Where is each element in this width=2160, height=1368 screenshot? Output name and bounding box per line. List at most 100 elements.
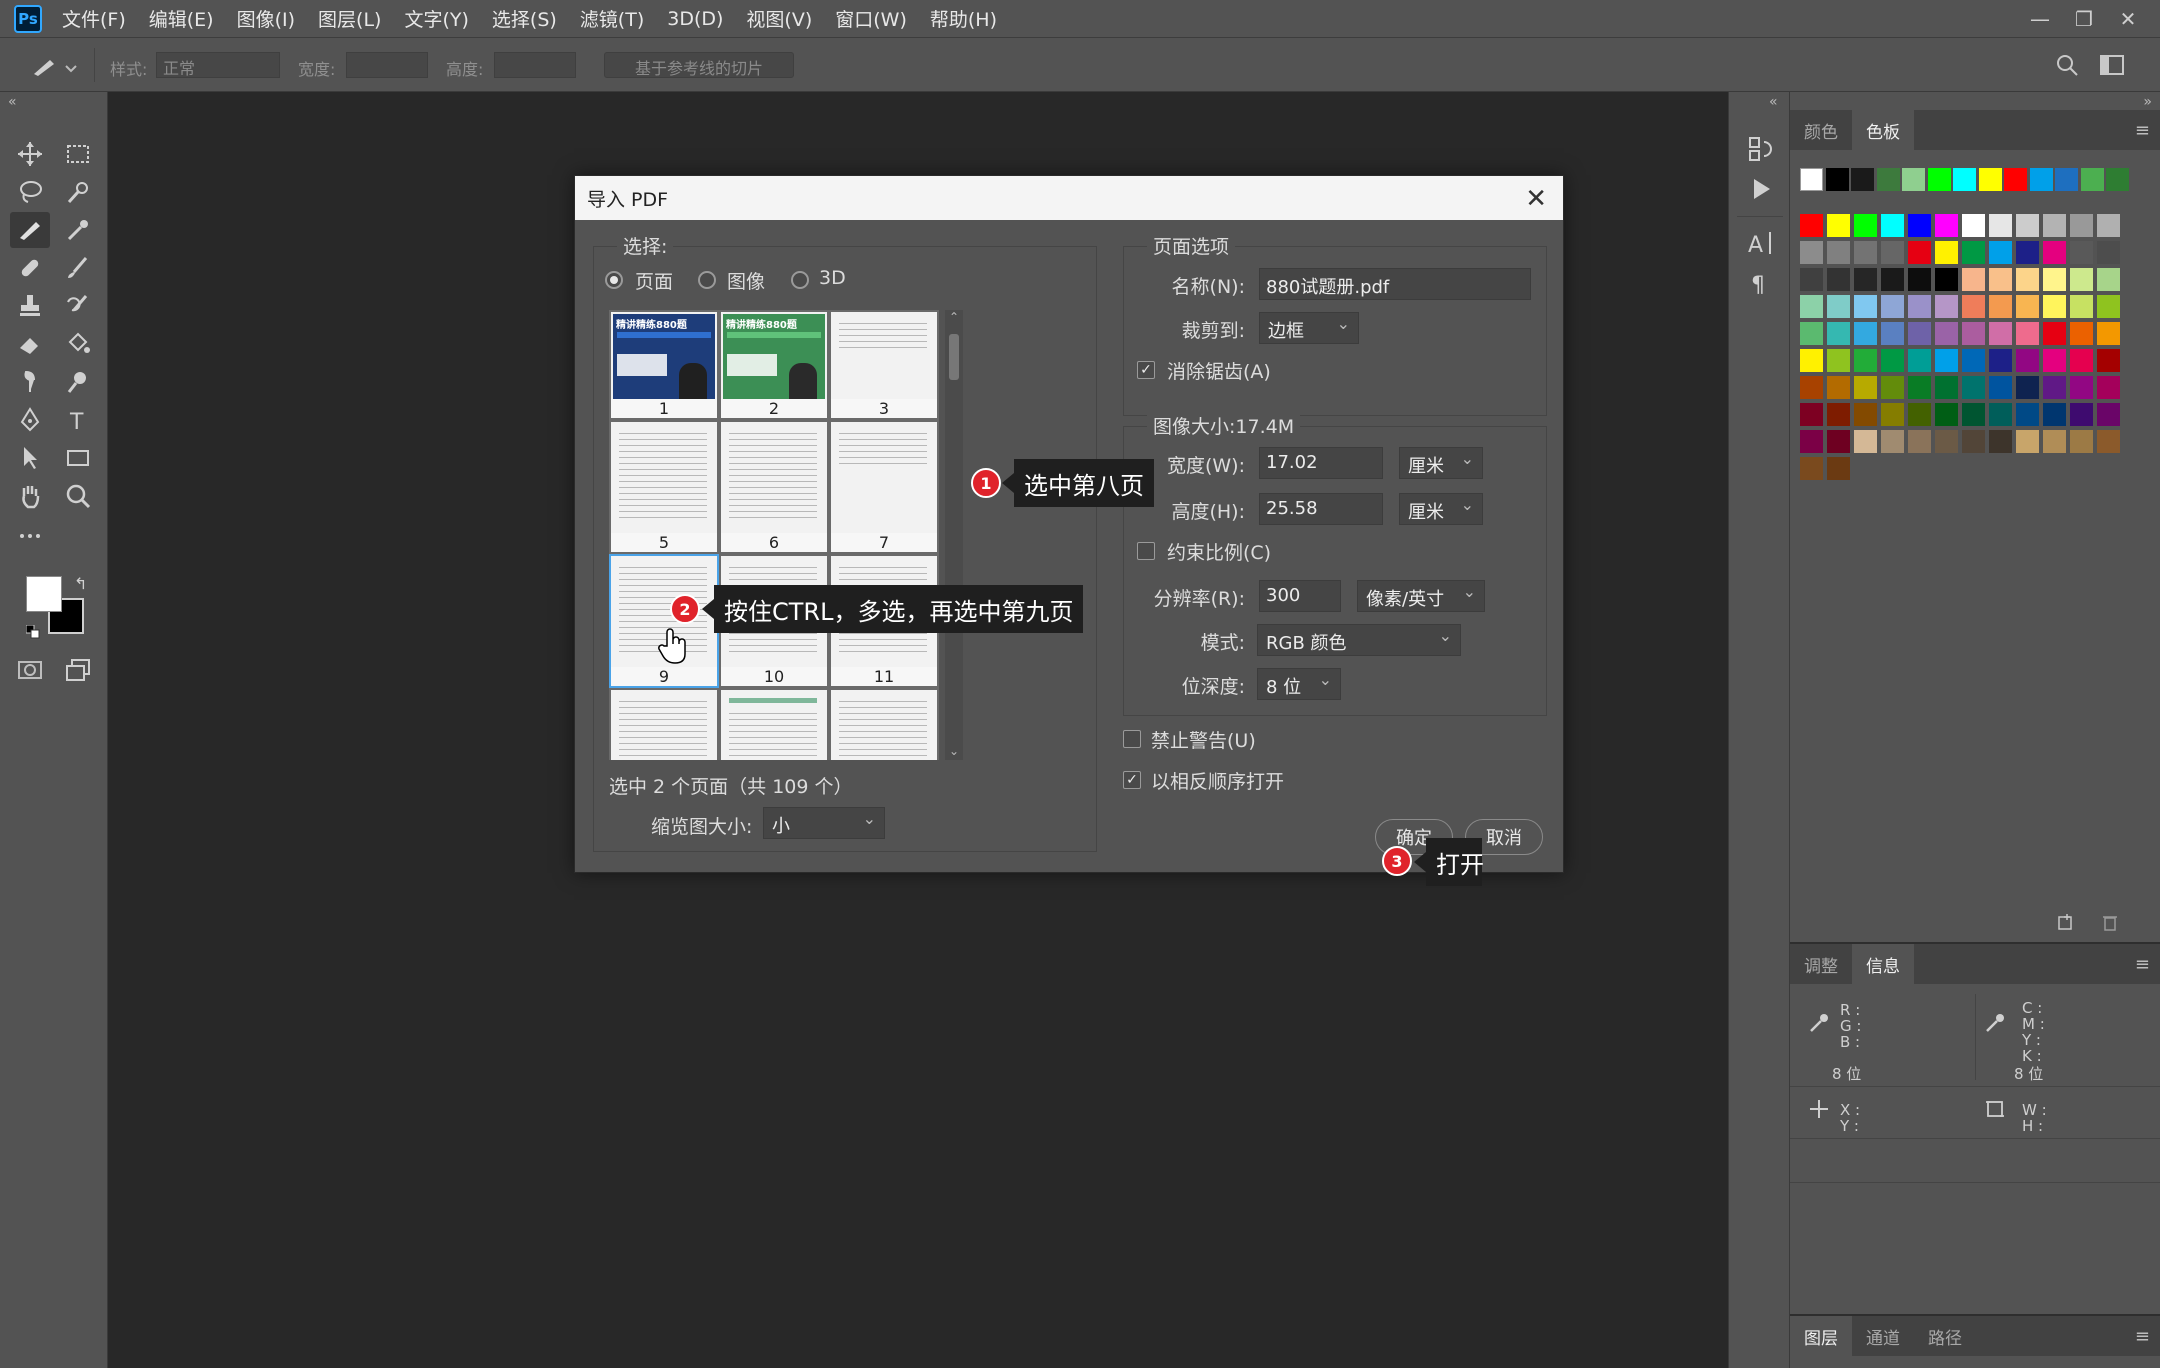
swatch[interactable] — [2070, 430, 2093, 453]
swatch[interactable] — [1881, 322, 1904, 345]
swatch[interactable] — [2097, 349, 2120, 372]
swatch[interactable] — [1962, 268, 1985, 291]
swatch[interactable] — [1935, 403, 1958, 426]
swatch[interactable] — [1800, 295, 1823, 318]
menu-file[interactable]: 文件(F) — [62, 5, 126, 32]
tab-color[interactable]: 颜色 — [1790, 110, 1852, 150]
recent-swatch[interactable] — [2080, 168, 2104, 191]
swatch[interactable] — [2016, 214, 2039, 237]
layers-menu-icon[interactable]: ≡ — [2135, 1326, 2150, 1347]
swatch[interactable] — [2016, 349, 2039, 372]
width-input[interactable] — [346, 52, 428, 78]
radio-image-label[interactable]: 图像 — [727, 267, 765, 294]
swatch[interactable] — [1881, 241, 1904, 264]
swatch[interactable] — [2097, 403, 2120, 426]
swatch[interactable] — [1989, 430, 2012, 453]
path-selection-tool-icon[interactable] — [10, 440, 50, 476]
foreground-color-swatch[interactable] — [26, 576, 62, 612]
tab-swatches[interactable]: 色板 — [1852, 110, 1914, 150]
width-unit-select[interactable]: 厘米 — [1399, 447, 1483, 479]
swatch[interactable] — [1908, 349, 1931, 372]
recent-swatch[interactable] — [1927, 168, 1951, 191]
menu-filter[interactable]: 滤镜(T) — [580, 5, 644, 32]
swatch[interactable] — [1962, 376, 1985, 399]
default-colors-icon[interactable] — [25, 624, 40, 639]
scrollbar-thumb[interactable] — [949, 334, 959, 380]
swatch[interactable] — [1854, 430, 1877, 453]
swatch[interactable] — [2043, 349, 2066, 372]
height-input[interactable]: 25.58 — [1259, 493, 1383, 525]
swatch[interactable] — [1800, 268, 1823, 291]
screen-mode-icon[interactable] — [58, 652, 98, 688]
swatch[interactable] — [1989, 214, 2012, 237]
mode-select[interactable]: RGB 颜色 — [1257, 624, 1461, 656]
swatch[interactable] — [1989, 376, 2012, 399]
radio-image[interactable] — [698, 271, 716, 289]
swatch[interactable] — [1935, 430, 1958, 453]
reverse-order-checkbox[interactable]: ✓ — [1123, 771, 1141, 789]
tab-adjustments[interactable]: 调整 — [1790, 944, 1852, 984]
constrain-proportions-label[interactable]: 约束比例(C) — [1167, 538, 1271, 565]
menu-view[interactable]: 视图(V) — [746, 5, 812, 32]
dialog-close-button[interactable]: ✕ — [1525, 184, 1547, 214]
lasso-tool-icon[interactable] — [10, 174, 50, 210]
swatch[interactable] — [1935, 268, 1958, 291]
swatch[interactable] — [2043, 268, 2066, 291]
swatch[interactable] — [1881, 214, 1904, 237]
swatch[interactable] — [2016, 376, 2039, 399]
recent-swatch[interactable] — [1978, 168, 2002, 191]
slice-tool-icon[interactable] — [10, 212, 50, 248]
swatch[interactable] — [2070, 295, 2093, 318]
swatch[interactable] — [1827, 403, 1850, 426]
swatch[interactable] — [1935, 241, 1958, 264]
minimize-button[interactable]: — — [2018, 4, 2062, 34]
page-thumb-14[interactable] — [719, 688, 829, 760]
swatch[interactable] — [2097, 430, 2120, 453]
info-menu-icon[interactable]: ≡ — [2135, 954, 2150, 975]
width-input[interactable]: 17.02 — [1259, 447, 1383, 479]
slice-tool-preset-icon[interactable] — [28, 52, 78, 80]
collapse-right-icon[interactable]: » — [2143, 94, 2152, 110]
swatch[interactable] — [2016, 322, 2039, 345]
recent-swatch[interactable] — [2055, 168, 2078, 191]
collapse-left-icon[interactable]: « — [1769, 94, 1778, 110]
swatches-menu-icon[interactable]: ≡ — [2135, 120, 2150, 141]
swatch[interactable] — [1881, 268, 1904, 291]
swap-colors-icon[interactable]: ↰ — [74, 574, 87, 593]
thumbnail-scrollbar[interactable]: ⌃ ⌄ — [945, 310, 963, 760]
swatch[interactable] — [1827, 349, 1850, 372]
swatch[interactable] — [2043, 322, 2066, 345]
swatch[interactable] — [1935, 349, 1958, 372]
swatch[interactable] — [1962, 430, 1985, 453]
resolution-unit-select[interactable]: 像素/英寸 — [1357, 580, 1485, 612]
page-thumb-7[interactable]: 7 — [829, 420, 939, 554]
page-thumb-15[interactable] — [829, 688, 939, 760]
healing-brush-tool-icon[interactable] — [10, 250, 50, 286]
swatch[interactable] — [1989, 403, 2012, 426]
resolution-input[interactable]: 300 — [1259, 580, 1341, 612]
swatch[interactable] — [1935, 322, 1958, 345]
swatch[interactable] — [1962, 349, 1985, 372]
recent-swatch[interactable] — [1953, 168, 1976, 191]
swatch[interactable] — [2043, 430, 2066, 453]
swatch[interactable] — [2016, 241, 2039, 264]
reverse-order-label[interactable]: 以相反顺序打开 — [1151, 767, 1284, 794]
page-thumb-6[interactable]: 6 — [719, 420, 829, 554]
swatch[interactable] — [2043, 295, 2066, 318]
swatch[interactable] — [2016, 403, 2039, 426]
swatch[interactable] — [2070, 403, 2093, 426]
recent-swatch[interactable] — [2004, 168, 2027, 191]
actions-panel-icon[interactable] — [1746, 174, 1776, 204]
slices-from-guides-button[interactable]: 基于参考线的切片 — [604, 52, 794, 78]
page-thumb-3[interactable]: 3 — [829, 310, 939, 420]
swatch[interactable] — [1854, 349, 1877, 372]
paint-bucket-tool-icon[interactable] — [58, 326, 98, 362]
swatch[interactable] — [2070, 241, 2093, 264]
swatch[interactable] — [1908, 376, 1931, 399]
menu-layer[interactable]: 图层(L) — [318, 5, 381, 32]
eraser-tool-icon[interactable] — [10, 326, 50, 362]
antialias-label[interactable]: 消除锯齿(A) — [1167, 357, 1271, 384]
swatch[interactable] — [1800, 214, 1823, 237]
swatch[interactable] — [1881, 403, 1904, 426]
swatch[interactable] — [1962, 403, 1985, 426]
